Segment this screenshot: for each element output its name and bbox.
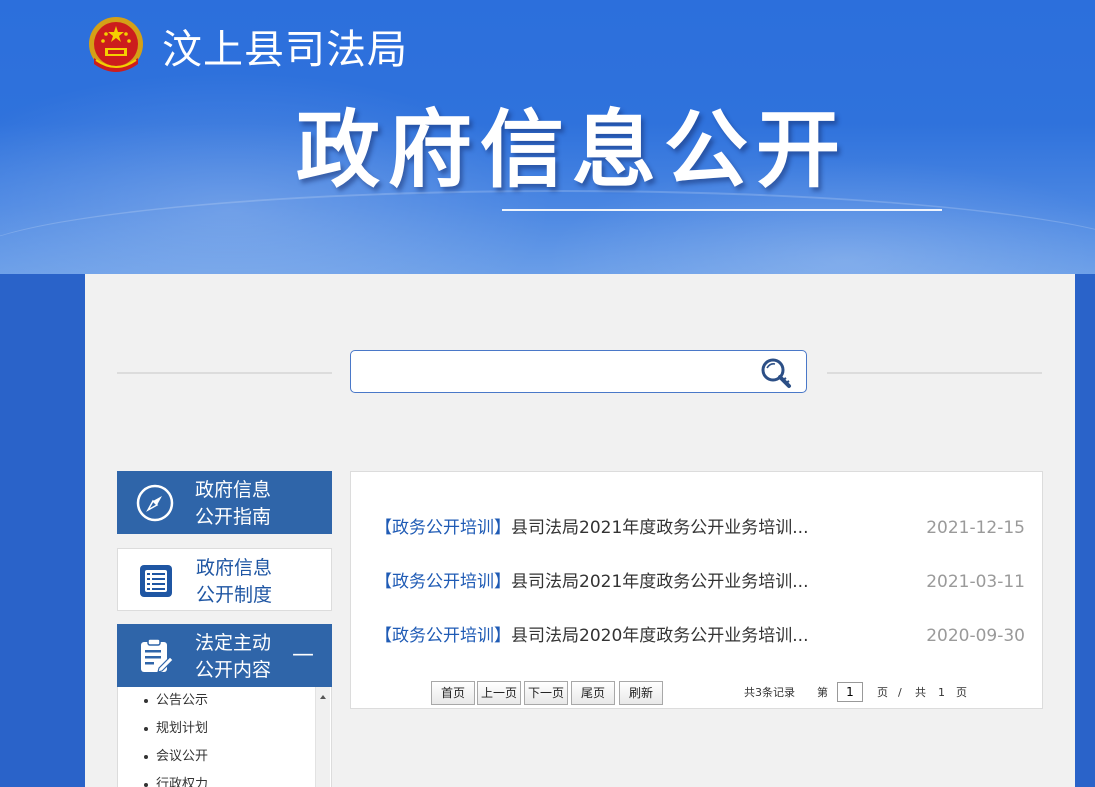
sub-nav-item[interactable]: 公告公示 bbox=[118, 687, 331, 715]
page-suffix: 页 bbox=[877, 686, 888, 699]
nav-system-line2: 公开制度 bbox=[196, 584, 273, 606]
nav-content-line1: 法定主动 bbox=[195, 632, 272, 654]
divider-right bbox=[827, 372, 1042, 374]
total-pages: 1 bbox=[938, 686, 945, 699]
nav-system-line1: 政府信息 bbox=[196, 557, 273, 579]
next-page-button[interactable]: 下一页 bbox=[524, 681, 568, 705]
clipboard-edit-icon bbox=[141, 638, 174, 673]
main-panel: 政府信息 公开指南 政府信息 公开制度 法定主动 公开内容 — 公告公示 规划计… bbox=[85, 274, 1075, 787]
page-separator: / bbox=[898, 686, 902, 699]
prev-page-button[interactable]: 上一页 bbox=[477, 681, 521, 705]
list-item[interactable]: 【政务公开培训】县司法局2021年度政务公开业务培训... 2021-12-15 bbox=[375, 513, 1025, 543]
nav-guide[interactable]: 政府信息 公开指南 bbox=[117, 471, 332, 534]
item-title[interactable]: 县司法局2021年度政务公开业务培训... bbox=[511, 518, 808, 538]
nav-content[interactable]: 法定主动 公开内容 — bbox=[117, 624, 332, 687]
nav-guide-line2: 公开指南 bbox=[195, 506, 272, 528]
collapse-toggle[interactable]: — bbox=[292, 644, 314, 666]
item-date: 2021-12-15 bbox=[926, 518, 1025, 538]
item-category[interactable]: 【政务公开培训】 bbox=[375, 626, 511, 646]
item-title[interactable]: 县司法局2021年度政务公开业务培训... bbox=[511, 572, 808, 592]
pagination: 首页 上一页 下一页 尾页 刷新 共3条记录 第 页 / 共 1 页 bbox=[431, 681, 1031, 705]
sub-nav-list: 公告公示 规划计划 会议公开 行政权力 bbox=[117, 687, 332, 787]
nav-guide-line1: 政府信息 bbox=[195, 479, 272, 501]
sub-nav-item[interactable]: 会议公开 bbox=[118, 743, 331, 771]
page-number-input[interactable] bbox=[837, 682, 863, 702]
scrollbar[interactable] bbox=[315, 687, 330, 787]
divider-left bbox=[117, 372, 332, 374]
total-records: 共3条记录 bbox=[744, 686, 795, 699]
document-list-icon bbox=[140, 565, 172, 597]
item-category[interactable]: 【政务公开培训】 bbox=[375, 572, 511, 592]
item-title[interactable]: 县司法局2020年度政务公开业务培训... bbox=[511, 626, 808, 646]
first-page-button[interactable]: 首页 bbox=[431, 681, 475, 705]
banner-underline bbox=[502, 209, 942, 211]
list-item[interactable]: 【政务公开培训】县司法局2021年度政务公开业务培训... 2021-03-11 bbox=[375, 567, 1025, 597]
compass-icon bbox=[136, 484, 174, 522]
total-suffix: 页 bbox=[956, 686, 967, 699]
item-date: 2021-03-11 bbox=[926, 572, 1025, 592]
scroll-up-arrow-icon[interactable] bbox=[320, 695, 326, 699]
item-category[interactable]: 【政务公开培训】 bbox=[375, 518, 511, 538]
page-prefix: 第 bbox=[817, 686, 828, 699]
list-item[interactable]: 【政务公开培训】县司法局2020年度政务公开业务培训... 2020-09-30 bbox=[375, 621, 1025, 651]
sub-nav-item[interactable]: 规划计划 bbox=[118, 715, 331, 743]
sub-nav-item[interactable]: 行政权力 bbox=[118, 771, 331, 787]
item-date: 2020-09-30 bbox=[926, 626, 1025, 646]
search-box bbox=[350, 350, 807, 393]
content-list: 【政务公开培训】县司法局2021年度政务公开业务培训... 2021-12-15… bbox=[350, 471, 1043, 709]
site-name: 汶上县司法局 bbox=[162, 27, 408, 73]
nav-system[interactable]: 政府信息 公开制度 bbox=[117, 548, 332, 611]
banner: 汶上县司法局 政府信息公开 bbox=[0, 0, 1095, 274]
national-emblem-icon bbox=[89, 17, 143, 72]
refresh-button[interactable]: 刷新 bbox=[619, 681, 663, 705]
last-page-button[interactable]: 尾页 bbox=[571, 681, 615, 705]
nav-content-line2: 公开内容 bbox=[195, 659, 272, 681]
search-icon[interactable] bbox=[758, 356, 794, 390]
banner-title: 政府信息公开 bbox=[296, 101, 849, 199]
search-input[interactable] bbox=[361, 357, 755, 387]
total-prefix: 共 bbox=[915, 686, 926, 699]
